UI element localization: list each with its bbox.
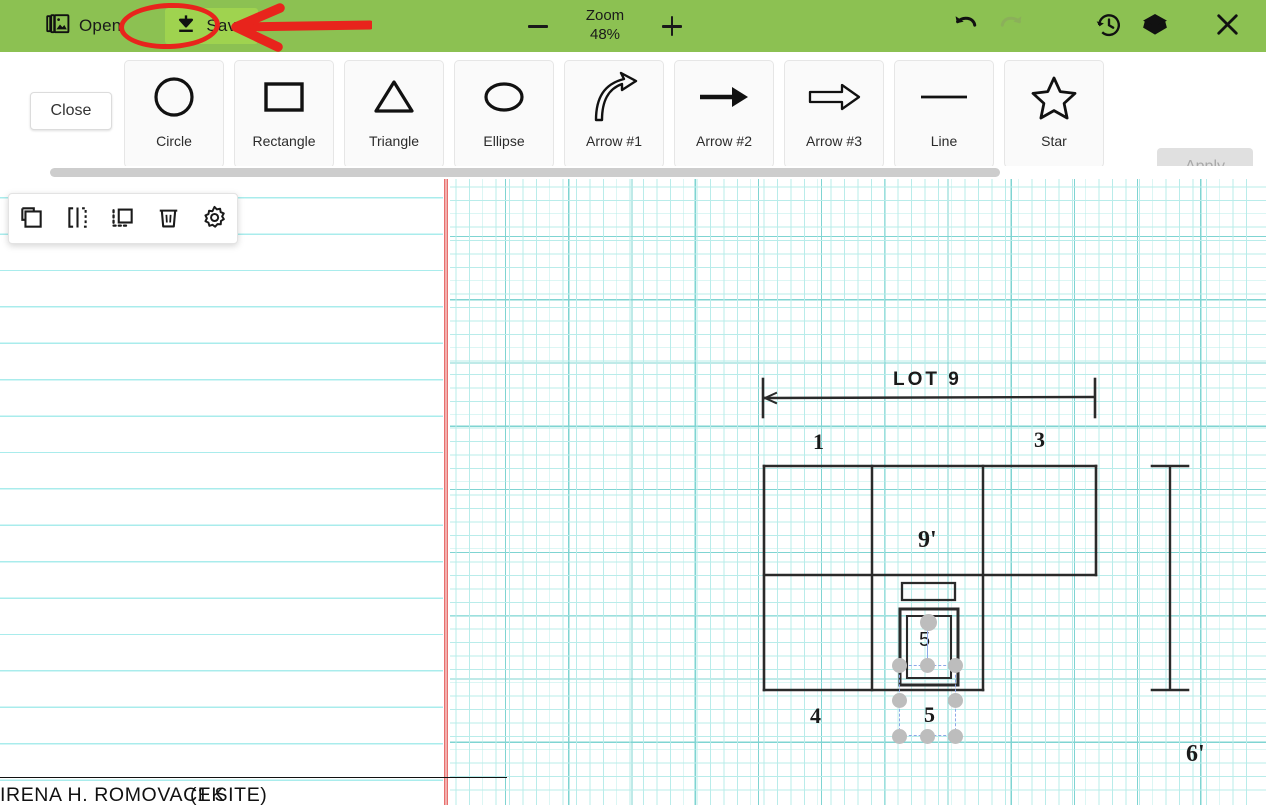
plot-number-1: 1 bbox=[813, 429, 824, 454]
document-canvas[interactable]: IRENA H. ROMOVACEK (1 SITE) HANA ROMOVEC… bbox=[0, 179, 1266, 805]
save-button[interactable]: Save bbox=[165, 8, 258, 44]
straight-arrow-icon bbox=[675, 61, 773, 133]
shape-option-arrow-3[interactable]: Arrow #3 bbox=[784, 60, 884, 168]
shape-label: Ellipse bbox=[483, 133, 525, 149]
object-action-toolbar bbox=[8, 193, 238, 244]
save-button-label: Save bbox=[206, 16, 246, 35]
flip-button[interactable] bbox=[58, 200, 96, 238]
history-clock-icon bbox=[1095, 11, 1123, 42]
rotation-handle[interactable] bbox=[920, 614, 937, 631]
delete-button[interactable] bbox=[150, 200, 188, 238]
dimension-label-width: 9' bbox=[918, 527, 937, 553]
resize-handle-s[interactable] bbox=[920, 729, 935, 744]
zoom-readout: Zoom 48% bbox=[570, 7, 640, 45]
resize-handle-se[interactable] bbox=[948, 729, 963, 744]
star-shape-icon bbox=[1005, 61, 1103, 133]
shape-option-star[interactable]: Star bbox=[1004, 60, 1104, 168]
shape-list: Circle Rectangle Triangle Ellipse Arrow … bbox=[124, 60, 1214, 168]
resize-handle-nw[interactable] bbox=[892, 658, 907, 673]
shape-option-line[interactable]: Line bbox=[894, 60, 994, 168]
undo-button[interactable] bbox=[942, 3, 988, 49]
top-right-actions bbox=[942, 0, 1250, 52]
bring-to-front-icon bbox=[110, 205, 135, 233]
shape-label: Arrow #2 bbox=[695, 133, 753, 149]
plot-number-4: 4 bbox=[810, 703, 821, 728]
zoom-out-button[interactable] bbox=[520, 8, 556, 44]
line-shape-icon bbox=[895, 61, 993, 133]
shape-label: Arrow #3 bbox=[805, 133, 863, 149]
app-root: Open Save Zoom 48% Close Circle Rectangl… bbox=[0, 0, 1266, 805]
resize-handle-e[interactable] bbox=[948, 693, 963, 708]
shape-option-arrow-1[interactable]: Arrow #1 bbox=[564, 60, 664, 168]
resize-handle-sw[interactable] bbox=[892, 729, 907, 744]
image-file-icon bbox=[46, 12, 70, 41]
shape-option-ellipse[interactable]: Ellipse bbox=[454, 60, 554, 168]
zoom-value: 48% bbox=[589, 26, 621, 43]
layers-icon bbox=[1141, 11, 1169, 42]
shape-label: Star bbox=[1041, 133, 1067, 149]
curved-arrow-icon bbox=[565, 61, 663, 133]
circle-shape-icon bbox=[125, 61, 223, 133]
open-button-label: Open bbox=[79, 16, 122, 35]
shape-label: Rectangle bbox=[252, 133, 316, 149]
duplicate-button[interactable] bbox=[13, 200, 51, 238]
close-x-icon bbox=[1214, 11, 1241, 41]
zoom-label: Zoom bbox=[585, 7, 625, 25]
dimension-label-height: 6' bbox=[1186, 741, 1205, 767]
gear-settings-icon bbox=[202, 205, 227, 233]
rectangle-shape-icon bbox=[235, 61, 333, 133]
shape-toolbar-scrollbar-thumb[interactable] bbox=[50, 168, 1000, 177]
outline-arrow-icon bbox=[785, 61, 883, 133]
shape-label: Triangle bbox=[368, 133, 420, 149]
resize-handle-ne[interactable] bbox=[948, 658, 963, 673]
triangle-shape-icon bbox=[345, 61, 443, 133]
shape-option-arrow-2[interactable]: Arrow #2 bbox=[674, 60, 774, 168]
shape-label: Line bbox=[930, 133, 958, 149]
zoom-in-button[interactable] bbox=[654, 8, 690, 44]
shape-option-triangle[interactable]: Triangle bbox=[344, 60, 444, 168]
layers-button[interactable] bbox=[1132, 3, 1178, 49]
plot-number-3: 3 bbox=[1034, 427, 1045, 452]
trash-delete-icon bbox=[156, 205, 181, 233]
redo-button[interactable] bbox=[988, 3, 1034, 49]
drawing-title: LOT 9 bbox=[893, 369, 962, 390]
shape-option-rectangle[interactable]: Rectangle bbox=[234, 60, 334, 168]
zoom-controls: Zoom 48% bbox=[520, 0, 690, 52]
top-toolbar: Open Save Zoom 48% bbox=[0, 0, 1266, 52]
hand-drawn-plot-diagram: LOT 9 9' 6' 1 3 4 5 5 bbox=[0, 179, 1266, 805]
arrange-button[interactable] bbox=[104, 200, 142, 238]
flip-horizontal-icon bbox=[65, 205, 90, 233]
copy-duplicate-icon bbox=[19, 205, 44, 233]
shape-option-circle[interactable]: Circle bbox=[124, 60, 224, 168]
shape-label: Arrow #1 bbox=[585, 133, 643, 149]
download-save-icon bbox=[175, 13, 197, 40]
ellipse-shape-icon bbox=[455, 61, 553, 133]
close-shape-toolbar-button[interactable]: Close bbox=[30, 92, 112, 130]
shape-toolbar: Close Circle Rectangle Triangle Ellipse … bbox=[0, 52, 1266, 178]
open-button[interactable]: Open bbox=[36, 8, 131, 44]
redo-arrow-icon bbox=[998, 11, 1025, 41]
settings-button[interactable] bbox=[195, 200, 233, 238]
marker-number-5: 5 bbox=[919, 629, 931, 651]
close-window-button[interactable] bbox=[1204, 3, 1250, 49]
shape-label: Circle bbox=[156, 133, 192, 149]
history-button[interactable] bbox=[1086, 3, 1132, 49]
resize-handle-n[interactable] bbox=[920, 658, 935, 673]
resize-handle-w[interactable] bbox=[892, 693, 907, 708]
undo-arrow-icon bbox=[952, 11, 979, 41]
